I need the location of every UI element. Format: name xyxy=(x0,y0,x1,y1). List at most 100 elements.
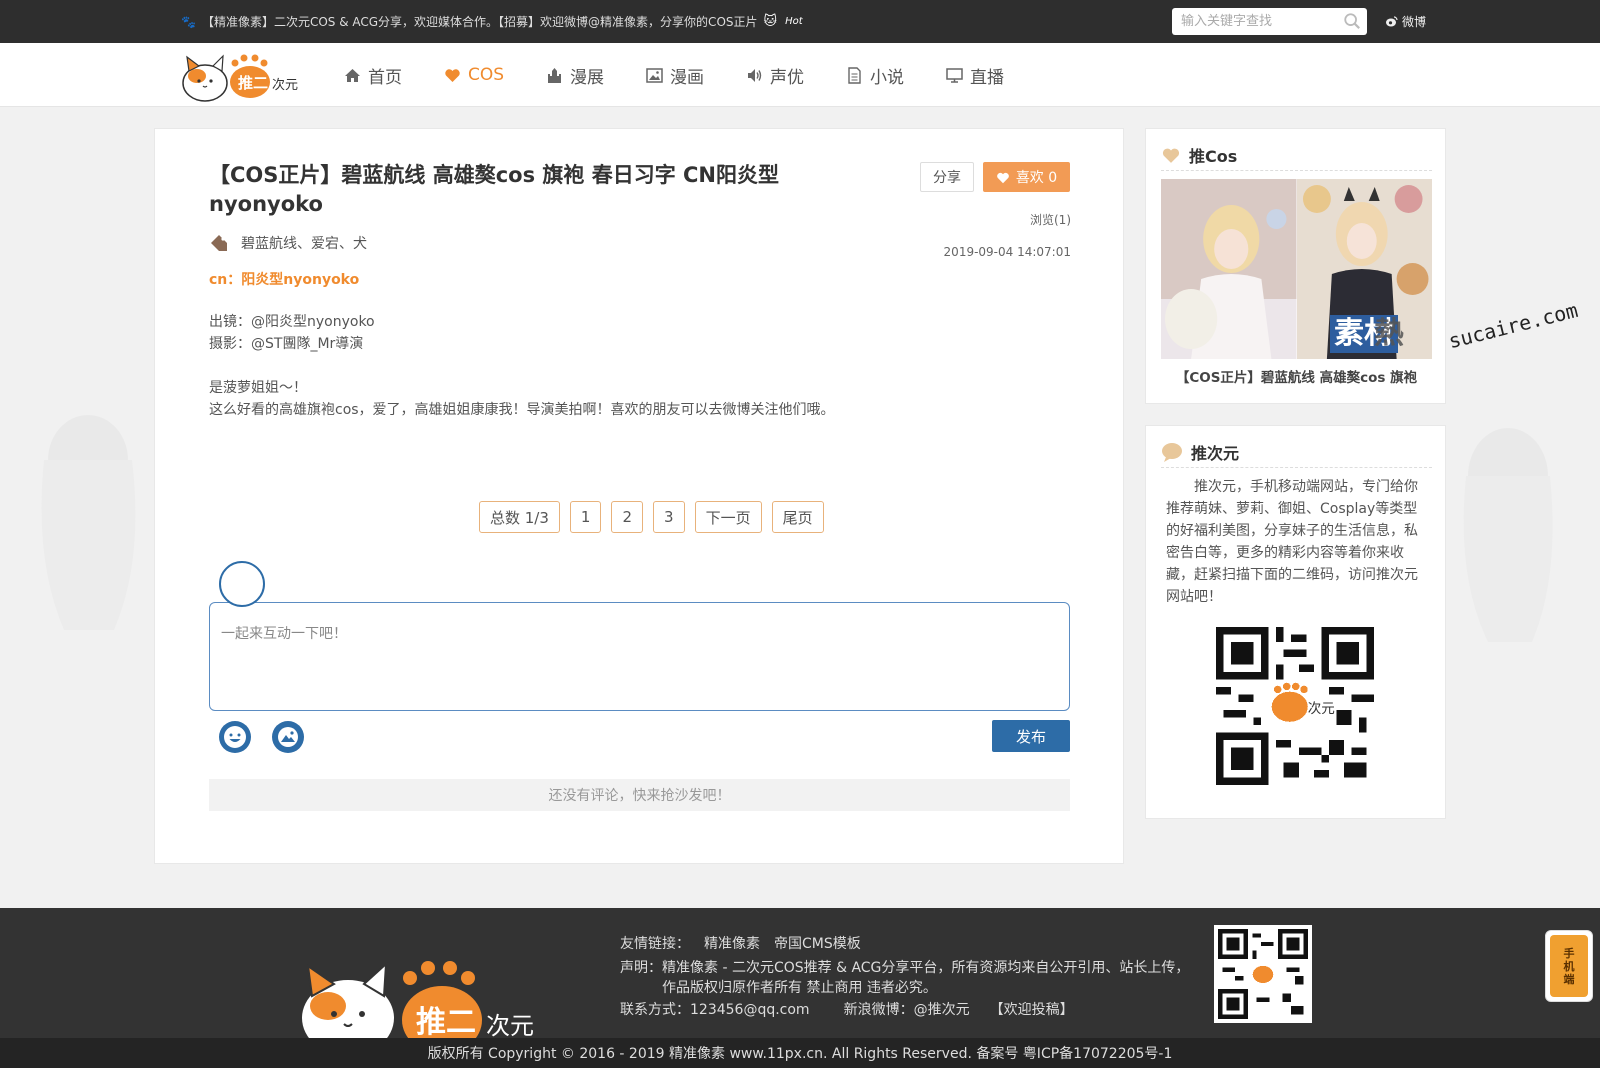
heart-icon xyxy=(996,172,1009,183)
nav-item-novel[interactable]: 小说 xyxy=(846,43,904,107)
home-icon xyxy=(345,68,360,82)
weibo-icon xyxy=(1386,16,1398,27)
article-title: 【COS正片】碧蓝航线 高雄獒cos 旗袍 春日习字 CN阳炎型nyonyoko xyxy=(209,163,779,216)
publish-button[interactable]: 发布 xyxy=(992,720,1070,752)
sidebar-heading: 推Cos xyxy=(1161,139,1432,171)
like-button[interactable]: 喜欢 0 xyxy=(983,162,1070,192)
tag-icon xyxy=(211,235,227,251)
view-count: 浏览(1) xyxy=(1030,213,1071,227)
friend-links-label: 友情链接： xyxy=(620,936,690,952)
svg-text:次元: 次元 xyxy=(272,77,298,93)
top-bar: 🐾 【精准像素】二次元COS & ACG分享，欢迎媒体合作。【招募】欢迎微博@精… xyxy=(0,0,1600,43)
svg-text:推二: 推二 xyxy=(238,74,268,92)
search-input[interactable] xyxy=(1172,8,1332,35)
publish-date: 2019-09-04 14:07:01 xyxy=(943,245,1071,259)
hot-badge: Hot xyxy=(785,16,803,27)
nav-item-cos[interactable]: COS xyxy=(444,43,504,107)
footer-declaration: 声明：精准像素 - 二次元COS推荐 & ACG分享平台，所有资源均来自公开引用… xyxy=(620,958,1190,998)
footer: 推二 次元 友情链接： 精准像素 帝国CMS模板 声明：精准像素 - 二次元CO… xyxy=(0,908,1600,1040)
monitor-icon xyxy=(946,67,963,83)
nav-item-exhibition[interactable]: 漫展 xyxy=(546,43,604,107)
qr-code: 次元 xyxy=(1216,627,1374,785)
sidebar-about: 推次元 推次元，手机移动端网站，专门给你推荐萌妹、萝莉、御姐、Cosplay等类… xyxy=(1145,425,1446,819)
nav-label: 声优 xyxy=(770,67,805,88)
footer-contact: 联系方式：123456@qq.com 新浪微博：@推次元 【欢迎投稿】 xyxy=(620,999,1074,1019)
declaration-line: 声明：精准像素 - 二次元COS推荐 & ACG分享平台，所有资源均来自公开引用… xyxy=(620,960,1190,976)
nav-label: COS xyxy=(468,65,505,85)
mobile-label-char: 端 xyxy=(1563,972,1575,986)
user-avatar xyxy=(219,561,265,607)
comment-input[interactable] xyxy=(210,603,1069,710)
cos-caption[interactable]: 【COS正片】碧蓝航线 高雄獒cos 旗袍 xyxy=(1161,366,1432,386)
desc-line: 是菠萝姐姐～！ xyxy=(209,380,307,396)
search-icon[interactable] xyxy=(1343,12,1361,30)
castle-icon xyxy=(548,67,562,83)
nav-label: 直播 xyxy=(970,67,1005,88)
friend-link[interactable]: 帝国CMS模板 xyxy=(774,934,861,954)
weibo-label: 微博 xyxy=(1402,15,1427,29)
declaration-line: 作品版权归原作者所有 禁止商用 违者必究。 xyxy=(662,980,937,996)
empty-comments: 还没有评论，快来抢沙发吧！ xyxy=(209,779,1070,811)
tags-text[interactable]: 碧蓝航线、爱宕、犬 xyxy=(241,233,367,253)
image-icon xyxy=(278,727,298,747)
document-icon xyxy=(848,66,861,84)
decorative-illustration-left xyxy=(41,415,136,630)
nav-item-comics[interactable]: 漫画 xyxy=(646,43,704,107)
nav-item-home[interactable]: 首页 xyxy=(344,43,402,107)
svg-text:次元: 次元 xyxy=(1308,701,1335,717)
emoji-button[interactable] xyxy=(219,721,251,753)
weibo-link[interactable]: 微博 xyxy=(1386,13,1426,30)
next-page[interactable]: 下一页 xyxy=(694,501,762,533)
cosplayer-name[interactable]: cn：阳炎型nyonyoko xyxy=(209,269,359,289)
article-description: 是菠萝姐姐～！ 这么好看的高雄旗袍cos，爱了，高雄姐姐康康我！导演美拍啊！喜欢… xyxy=(209,377,835,421)
sidebar-title: 推Cos xyxy=(1189,146,1238,166)
page-3[interactable]: 3 xyxy=(653,501,685,533)
credit-model: 出镜：@阳炎型nyonyoko xyxy=(209,314,375,330)
sidebar-heading: 推次元 xyxy=(1161,436,1432,468)
speech-bubble-icon xyxy=(1162,442,1182,462)
footer-logo: 推二 次元 xyxy=(302,961,534,1040)
page-1[interactable]: 1 xyxy=(569,501,602,533)
paw-icon: 🐾 xyxy=(181,14,196,29)
decorative-illustration-right xyxy=(1463,428,1553,642)
sidebar-cos: 推Cos 【COS正片】碧蓝航线 高雄獒cos 旗袍 xyxy=(1145,128,1446,404)
nav-item-voice[interactable]: 声优 xyxy=(746,43,804,107)
credit-photographer: 摄影：@ST團隊_Mr導演 xyxy=(209,336,364,352)
footer-qr-code xyxy=(1214,925,1312,1023)
about-text: 推次元，手机移动端网站，专门给你推荐萌妹、萝莉、御姐、Cosplay等类型的好福… xyxy=(1166,479,1418,605)
site-logo[interactable]: 推二 次元 xyxy=(177,49,299,103)
article-card: 【COS正片】碧蓝航线 高雄獒cos 旗袍 春日习字 CN阳炎型nyonyoko… xyxy=(154,128,1124,864)
svg-text:推二: 推二 xyxy=(416,1005,476,1040)
nav-item-live[interactable]: 直播 xyxy=(946,43,1004,107)
friend-link[interactable]: 精准像素 xyxy=(704,934,760,954)
submit-link[interactable]: 【欢迎投稿】 xyxy=(990,999,1074,1019)
announcement-text: 【精准像素】二次元COS & ACG分享，欢迎媒体合作。【招募】欢迎微博@精准像… xyxy=(201,15,758,29)
share-button[interactable]: 分享 xyxy=(920,162,974,192)
credits: 出镜：@阳炎型nyonyoko 摄影：@ST團隊_Mr導演 xyxy=(209,311,375,355)
volume-icon xyxy=(748,68,762,82)
mobile-label: 手 机 端 xyxy=(1550,935,1588,997)
desc-line: 这么好看的高雄旗袍cos，爱了，高雄姐姐康康我！导演美拍啊！喜欢的朋友可以去微博… xyxy=(209,402,835,418)
contact-email: 联系方式：123456@qq.com xyxy=(620,1002,810,1018)
nav-label: 首页 xyxy=(368,67,402,88)
search-box[interactable] xyxy=(1172,8,1367,35)
nav-label: 漫画 xyxy=(670,67,705,88)
copyright-bar: 版权所有 Copyright © 2016 - 2019 精准像素 www.11… xyxy=(0,1038,1600,1068)
last-page[interactable]: 尾页 xyxy=(771,501,824,533)
mobile-site-button[interactable]: 手 机 端 xyxy=(1545,930,1593,1002)
smiley-icon xyxy=(224,726,246,748)
friend-links: 友情链接： 精准像素 帝国CMS模板 xyxy=(620,934,861,957)
mobile-label-char: 手 xyxy=(1563,946,1575,960)
comment-editor[interactable] xyxy=(209,602,1070,711)
watermark-logo-suffix: 熱 xyxy=(1374,316,1404,351)
cat-icon: 🐱 xyxy=(763,14,778,29)
nav-label: 漫展 xyxy=(570,67,605,88)
watermark-url: sucaire.com xyxy=(1446,297,1581,354)
nav-label: 小说 xyxy=(870,67,905,88)
image-icon xyxy=(646,67,663,83)
page-2[interactable]: 2 xyxy=(611,501,644,533)
insert-image-button[interactable] xyxy=(272,721,304,753)
announcement: 🐾 【精准像素】二次元COS & ACG分享，欢迎媒体合作。【招募】欢迎微博@精… xyxy=(181,13,803,30)
pagination: 总数 1/3 1 2 3 下一页 尾页 xyxy=(479,501,824,533)
contact-weibo[interactable]: 新浪微博：@推次元 xyxy=(844,999,970,1019)
